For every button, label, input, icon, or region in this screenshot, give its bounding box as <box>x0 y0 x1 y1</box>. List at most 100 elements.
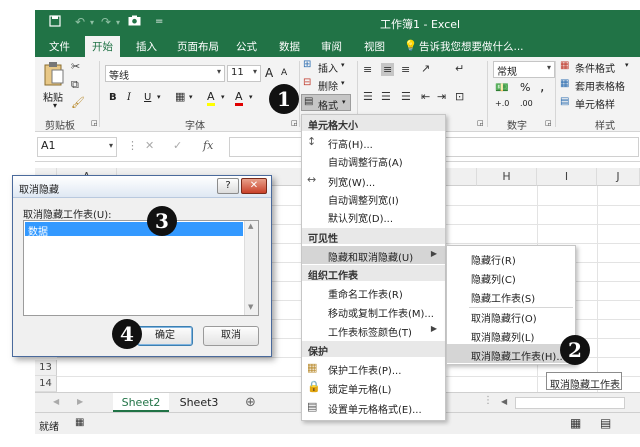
align-center-icon[interactable]: ☰ <box>381 90 391 103</box>
number-format-combo[interactable]: 常规 ▾ <box>493 61 555 78</box>
font-color-icon[interactable]: A <box>235 90 243 106</box>
menu-item-autofit-column[interactable]: 自动调整列宽(I) <box>302 189 445 207</box>
menu-item-move-copy-sheet[interactable]: 移动或复制工作表(M)... <box>302 302 445 320</box>
scroll-down-icon[interactable]: ▼ <box>248 303 253 311</box>
align-right-icon[interactable]: ☰ <box>401 90 411 103</box>
scroll-up-icon[interactable]: ▲ <box>248 222 253 230</box>
hscroll-left-icon[interactable]: ◀ <box>501 397 507 406</box>
table-format-icon[interactable]: ▦ <box>560 78 569 89</box>
tab-insert[interactable]: 插入 <box>136 39 157 54</box>
chevron-down-icon[interactable]: ▾ <box>249 93 253 101</box>
dialog-launcher-icon[interactable]: ◲ <box>291 119 298 127</box>
italic-button[interactable]: I <box>127 92 131 103</box>
conditional-format-button[interactable]: 条件格式 <box>575 60 615 75</box>
help-button[interactable]: ? <box>217 178 239 194</box>
percent-button[interactable]: % <box>520 81 530 94</box>
cancel-entry-button[interactable]: ✕ <box>145 139 154 152</box>
horizontal-scrollbar[interactable] <box>515 397 625 409</box>
tell-me-search[interactable]: 告诉我您想要做什么... <box>419 39 524 54</box>
menu-item-protect-sheet[interactable]: ▦ 保护工作表(P)... <box>302 359 445 377</box>
currency-icon[interactable]: 💵 <box>495 81 509 94</box>
tab-formulas[interactable]: 公式 <box>236 39 257 54</box>
chevron-down-icon[interactable]: ▾ <box>341 61 345 69</box>
sheet-tab-sheet3[interactable]: Sheet3 <box>171 393 227 412</box>
align-middle-icon[interactable]: ≡ <box>381 63 395 76</box>
menu-item-default-width[interactable]: 默认列宽(D)... <box>302 207 445 225</box>
chevron-down-icon[interactable]: ▾ <box>189 93 193 101</box>
format-cells-button[interactable]: ▤ 格式 ▾ <box>301 94 351 112</box>
row-header-13[interactable]: 13 <box>35 360 57 376</box>
align-left-icon[interactable]: ☰ <box>363 90 373 103</box>
menu-item-column-width[interactable]: ↔ 列宽(W)... <box>302 171 445 189</box>
name-box[interactable]: A1 ▾ <box>37 137 117 157</box>
cut-icon[interactable]: ✂ <box>71 60 80 73</box>
page-layout-view-icon[interactable]: ▤ <box>600 416 611 430</box>
delete-cells-button[interactable]: 删除 <box>318 78 338 93</box>
scroll-left-icon[interactable]: ◀ <box>53 397 59 406</box>
insert-cells-icon[interactable]: ⊞ <box>303 59 311 70</box>
fill-color-icon[interactable]: A <box>207 90 215 106</box>
dialog-launcher-icon[interactable]: ◲ <box>91 119 98 127</box>
insert-cells-button[interactable]: 插入 <box>318 60 338 75</box>
grow-font-button[interactable]: A <box>265 66 273 80</box>
close-button[interactable]: ✕ <box>241 178 267 194</box>
shrink-font-button[interactable]: A <box>281 68 287 78</box>
redo-icon[interactable]: ↷ <box>101 15 111 29</box>
delete-cells-icon[interactable]: ⊟ <box>303 77 311 88</box>
menu-item-format-cells[interactable]: ▤ 设置单元格格式(E)... <box>302 398 445 416</box>
menu-item-tab-color[interactable]: 工作表标签颜色(T) ▶ <box>302 321 445 339</box>
submenu-item-hide-column[interactable]: 隐藏列(C) <box>447 267 575 286</box>
chevron-down-icon[interactable]: ▾ <box>53 101 57 110</box>
chevron-down-icon[interactable]: ▾ <box>625 61 629 69</box>
cell-style-icon[interactable]: ▤ <box>560 96 569 107</box>
ok-button[interactable]: 确定 <box>137 326 193 346</box>
submenu-item-unhide-sheet[interactable]: 取消隐藏工作表(H)... <box>447 344 575 363</box>
bold-button[interactable]: B <box>109 92 117 103</box>
orientation-icon[interactable]: ↗ <box>421 62 430 75</box>
menu-item-hide-unhide[interactable]: 隐藏和取消隐藏(U) ▶ <box>302 246 445 264</box>
copy-icon[interactable]: ⧉ <box>71 78 79 92</box>
vertical-scrollbar[interactable]: ▲ ▼ <box>244 221 258 315</box>
table-format-button[interactable]: 套用表格格 <box>575 78 625 93</box>
submenu-item-unhide-row[interactable]: 取消隐藏行(O) <box>447 306 575 325</box>
insert-function-button[interactable]: fx <box>203 139 213 152</box>
tab-view[interactable]: 视图 <box>364 39 385 54</box>
column-header-j[interactable]: J <box>597 168 640 186</box>
menu-item-lock-cell[interactable]: 🔒 锁定单元格(L) <box>302 378 445 396</box>
merge-center-icon[interactable]: ⊡ <box>455 90 464 103</box>
scroll-right-icon[interactable]: ▶ <box>77 397 83 406</box>
tab-file[interactable]: 文件 <box>49 39 70 54</box>
menu-item-rename-sheet[interactable]: 重命名工作表(R) <box>302 283 445 301</box>
sheet-tab-sheet2[interactable]: Sheet2 <box>113 393 169 412</box>
decrease-indent-icon[interactable]: ⇤ <box>421 90 430 103</box>
column-header-i[interactable]: I <box>537 168 597 186</box>
dialog-launcher-icon[interactable]: ◲ <box>477 119 484 127</box>
paste-icon[interactable] <box>43 61 65 90</box>
dialog-launcher-icon[interactable]: ◲ <box>545 119 552 127</box>
tab-page-layout[interactable]: 页面布局 <box>177 39 219 54</box>
chevron-down-icon[interactable]: ▾ <box>90 18 94 27</box>
tab-home[interactable]: 开始 <box>85 36 120 57</box>
save-icon[interactable] <box>49 15 61 30</box>
dialog-title-bar[interactable]: 取消隐藏 ? ✕ <box>13 176 271 198</box>
cell-style-button[interactable]: 单元格样 <box>575 96 615 111</box>
underline-button[interactable]: U <box>144 92 151 103</box>
font-size-combo[interactable]: 11 ▾ <box>227 65 261 82</box>
submenu-item-unhide-column[interactable]: 取消隐藏列(L) <box>447 325 575 344</box>
normal-view-icon[interactable]: ▦ <box>570 416 581 430</box>
comma-button[interactable]: , <box>540 79 544 95</box>
enter-entry-button[interactable]: ✓ <box>173 139 182 152</box>
chevron-down-icon[interactable]: ▾ <box>157 93 161 101</box>
font-name-combo[interactable]: 等线 ▾ <box>105 65 225 82</box>
list-item[interactable]: 数据 <box>25 222 243 238</box>
cancel-button[interactable]: 取消 <box>203 326 259 346</box>
tab-data[interactable]: 数据 <box>279 39 300 54</box>
macro-record-icon[interactable]: ▦ <box>75 417 84 428</box>
increase-indent-icon[interactable]: ⇥ <box>437 90 446 103</box>
row-header-14[interactable]: 14 <box>35 376 57 392</box>
menu-item-row-height[interactable]: ↕ 行高(H)... <box>302 133 445 151</box>
undo-icon[interactable]: ↶ <box>75 15 85 29</box>
increase-decimal-button[interactable]: +.0 <box>495 99 509 108</box>
align-top-icon[interactable]: ≡ <box>363 63 372 76</box>
borders-icon[interactable]: ▦ <box>175 90 185 103</box>
